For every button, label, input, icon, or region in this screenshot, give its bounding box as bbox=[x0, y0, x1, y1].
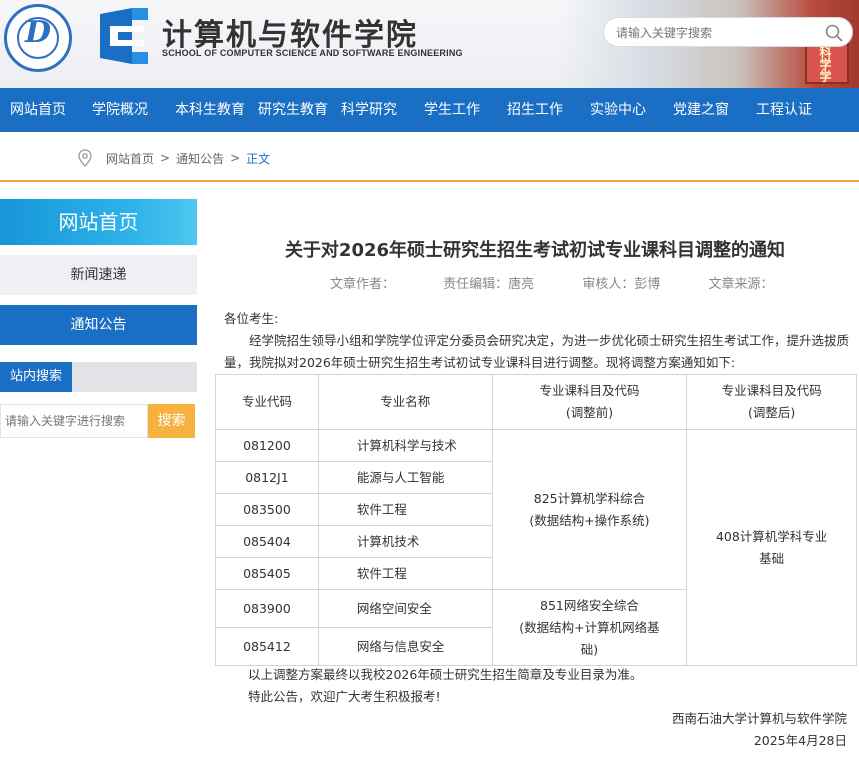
sidebar-title[interactable]: 网站首页 bbox=[0, 199, 197, 245]
nav-item-research[interactable]: 科学研究 bbox=[332, 88, 415, 132]
after-subject-line1: 408计算机学科专业 bbox=[715, 528, 828, 544]
article-editor: 责任编辑：唐亮 bbox=[443, 277, 535, 292]
search-icon[interactable] bbox=[824, 23, 844, 43]
row-code: 083500 bbox=[215, 493, 319, 526]
article-title: 关于对2026年硕士研究生招生考试初试专业课科目调整的通知 bbox=[284, 240, 786, 261]
table-row: 081200 计算机科学与技术 825计算机学科综合 (数据结构+操作系统) 4… bbox=[215, 429, 857, 666]
row-code: 081200 bbox=[215, 429, 319, 462]
before-group1-line1: 825计算机学科综合 bbox=[533, 490, 646, 506]
row-code: 083900 bbox=[215, 589, 319, 628]
breadcrumb: 网站首页 > 通知公告 > 正文 bbox=[78, 148, 270, 168]
nav-item-lab-center[interactable]: 实验中心 bbox=[581, 88, 664, 132]
table-header-before-line2: (调整前) bbox=[565, 405, 614, 420]
sidebar-search-button[interactable]: 搜索 bbox=[148, 404, 195, 438]
before-subject-group2: 851网络安全综合 (数据结构+计算机网络基 础) bbox=[491, 589, 688, 666]
row-name: 计算机技术 bbox=[317, 525, 493, 558]
article-footer-welcome: 特此公告，欢迎广大考生积极报考! bbox=[248, 689, 441, 704]
sidebar-search-input[interactable] bbox=[5, 406, 145, 436]
sidebar-search-box[interactable] bbox=[0, 404, 148, 438]
row-code: 085405 bbox=[215, 557, 319, 590]
before-group1-line2: (数据结构+操作系统) bbox=[529, 512, 650, 528]
table-header-row: 专业代码 专业名称 专业课科目及代码 (调整前) 专业课科目及代码 (调整后) bbox=[215, 374, 857, 430]
row-name: 网络空间安全 bbox=[317, 589, 493, 628]
breadcrumb-separator: > bbox=[230, 151, 241, 165]
logo-letter: D bbox=[24, 15, 51, 50]
article-footer-note: 以上调整方案最终以我校2026年硕士研究生招生简章及专业目录为准。 bbox=[248, 667, 643, 682]
article-date: 2025年4月28日 bbox=[753, 733, 847, 748]
table-header-name: 专业名称 bbox=[317, 374, 493, 430]
location-pin-icon bbox=[78, 149, 92, 167]
row-code: 085404 bbox=[215, 525, 319, 558]
row-name: 计算机科学与技术 bbox=[317, 429, 493, 462]
building-sign-text: 科学学 bbox=[818, 46, 832, 82]
sidebar-search-label: 站内搜索 bbox=[0, 362, 72, 392]
before-group2-line2: (数据结构+计算机网络基 bbox=[519, 619, 660, 635]
table-header-before: 专业课科目及代码 (调整前) bbox=[491, 374, 688, 430]
sidebar-item-notices[interactable]: 通知公告 bbox=[0, 305, 197, 345]
after-subject: 408计算机学科专业 基础 bbox=[686, 429, 857, 666]
breadcrumb-divider bbox=[0, 180, 859, 182]
table-header-code: 专业代码 bbox=[215, 374, 319, 430]
breadcrumb-separator: > bbox=[160, 151, 171, 165]
table-header-before-line1: 专业课科目及代码 bbox=[539, 383, 640, 398]
header-search-box[interactable] bbox=[603, 17, 853, 47]
article-source: 文章来源： bbox=[708, 277, 774, 292]
article-greeting: 各位考生: bbox=[224, 311, 279, 326]
site-header: 科学学 D 计算机与软件学院 SCHOOL OF COMPUTER SCIENC… bbox=[0, 0, 859, 88]
article-author: 文章作者： bbox=[330, 277, 396, 292]
main-nav: 网站首页 学院概况 本科生教育 研究生教育 科学研究 学生工作 招生工作 实验中… bbox=[0, 88, 859, 132]
row-name: 能源与人工智能 bbox=[317, 461, 493, 494]
row-name: 软件工程 bbox=[317, 557, 493, 590]
article-meta: 文章作者： 责任编辑：唐亮 审核人：彭博 文章来源： bbox=[330, 273, 817, 292]
sidebar-search-header: 站内搜索 bbox=[0, 362, 197, 392]
header-search-input[interactable] bbox=[616, 24, 816, 42]
nav-item-home[interactable]: 网站首页 bbox=[0, 88, 83, 132]
nav-item-engineering-cert[interactable]: 工程认证 bbox=[747, 88, 830, 132]
sidebar-item-news[interactable]: 新闻速递 bbox=[0, 255, 197, 295]
before-group2-line3: 础) bbox=[580, 641, 599, 657]
breadcrumb-home[interactable]: 网站首页 bbox=[106, 150, 154, 167]
nav-item-graduate[interactable]: 研究生教育 bbox=[249, 88, 332, 132]
nav-item-admissions[interactable]: 招生工作 bbox=[498, 88, 581, 132]
nav-item-student-work[interactable]: 学生工作 bbox=[415, 88, 498, 132]
nav-item-overview[interactable]: 学院概况 bbox=[83, 88, 166, 132]
table-header-after: 专业课科目及代码 (调整后) bbox=[686, 374, 857, 430]
nav-item-undergraduate[interactable]: 本科生教育 bbox=[166, 88, 249, 132]
breadcrumb-current: 正文 bbox=[246, 151, 271, 166]
table-header-after-line2: (调整后) bbox=[748, 405, 796, 420]
row-name: 软件工程 bbox=[317, 493, 493, 526]
article-reviewer: 审核人：彭博 bbox=[582, 277, 661, 292]
university-logo[interactable]: D bbox=[4, 4, 72, 72]
before-subject-group1: 825计算机学科综合 (数据结构+操作系统) bbox=[491, 429, 688, 590]
before-group2-line1: 851网络安全综合 bbox=[540, 597, 639, 613]
school-name-en: SCHOOL OF COMPUTER SCIENCE AND SOFTWARE … bbox=[162, 48, 463, 58]
article-signature: 西南石油大学计算机与软件学院 bbox=[671, 711, 847, 726]
row-code: 0812J1 bbox=[215, 461, 319, 494]
subject-adjustment-table: 专业代码 专业名称 专业课科目及代码 (调整前) 专业课科目及代码 (调整后) … bbox=[215, 374, 857, 666]
after-subject-line2: 基础 bbox=[759, 550, 785, 566]
breadcrumb-section[interactable]: 通知公告 bbox=[176, 150, 224, 167]
row-name: 网络与信息安全 bbox=[317, 627, 493, 666]
row-code: 085412 bbox=[215, 627, 319, 666]
article-body: 经学院招生领导小组和学院学位评定分委员会研究决定，为进一步优化硕士研究生招生考试… bbox=[224, 333, 850, 370]
nav-item-party-building[interactable]: 党建之窗 bbox=[664, 88, 747, 132]
table-header-after-line1: 专业课科目及代码 bbox=[721, 383, 822, 398]
school-logo-icon[interactable] bbox=[92, 6, 154, 66]
